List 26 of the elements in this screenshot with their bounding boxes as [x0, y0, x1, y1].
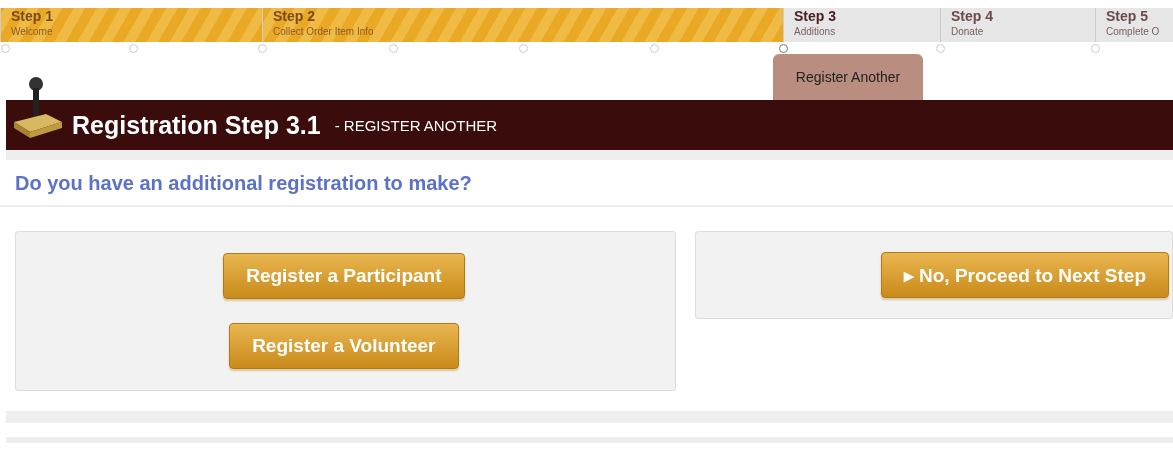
step-subtitle: Additions — [794, 26, 837, 37]
proceed-button[interactable]: ▸ No, Proceed to Next Step — [880, 252, 1169, 298]
progress-dot — [1091, 44, 1100, 53]
step-subtitle: Donate — [951, 26, 985, 37]
section-subtitle: - REGISTER ANOTHER — [334, 116, 498, 134]
progress-dot — [1, 44, 10, 53]
step-subtitle: Collect Order Item Info — [273, 26, 375, 37]
progress-dot — [519, 44, 528, 53]
step-title: Step 2 — [273, 8, 316, 24]
register-button[interactable]: Register a Participant — [223, 253, 465, 299]
step-subtitle: Complete O — [1106, 26, 1161, 37]
question-text: Do you have an additional registration to make? — [0, 160, 1173, 207]
step-title: Step 3 — [794, 8, 837, 24]
substep-tab[interactable]: Register Another — [773, 54, 923, 100]
progress-dot — [258, 44, 267, 53]
step-title: Step 5 — [1106, 8, 1149, 24]
progress-dot — [779, 44, 788, 53]
step-subtitle: Welcome — [11, 26, 54, 37]
section-title: Registration Step 3.1 — [72, 110, 321, 140]
step-title: Step 4 — [951, 8, 994, 24]
register-button[interactable]: Register a Volunteer — [229, 323, 459, 369]
progress-dot — [650, 44, 659, 53]
progress-dot — [936, 44, 945, 53]
progress-dot — [389, 44, 398, 53]
progress-dot — [129, 44, 138, 53]
step-title: Step 1 — [11, 8, 54, 24]
